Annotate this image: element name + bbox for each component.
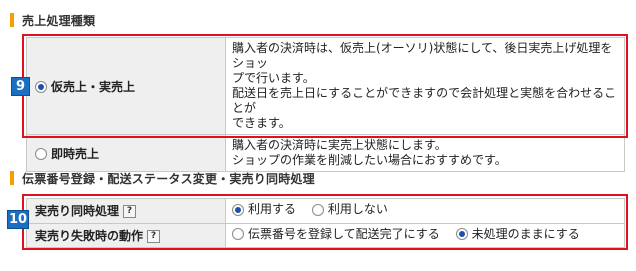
sales-type-label-cell[interactable]: 仮売上・実売上 — [26, 37, 226, 135]
help-icon[interactable]: ? — [123, 205, 137, 219]
desc-line: ショップの作業を削減したい場合におすすめです。 — [232, 153, 507, 167]
desc-line: プで行います。 — [232, 71, 315, 85]
choice-label: 利用しない — [327, 202, 388, 216]
sales-type-row-immediate: 即時売上 購入者の決済時に実売上状態にします。 ショップの作業を削減したい場合に… — [26, 134, 625, 172]
sales-type-label-cell[interactable]: 即時売上 — [26, 134, 226, 172]
choice-label: 利用する — [248, 202, 297, 216]
radio-not-use[interactable] — [311, 203, 324, 216]
sales-type-row-provisional: 仮売上・実売上 購入者の決済時は、仮売上(オーソリ)状態にして、後日実売上げ処理… — [26, 37, 625, 135]
choice-leave-unprocessed[interactable]: 未処理のままにする — [455, 226, 580, 242]
radio-immediate-sales[interactable] — [35, 148, 47, 160]
option-label-immediate: 即時売上 — [51, 146, 100, 161]
choice-register-complete[interactable]: 伝票番号を登録して配送完了にする — [232, 227, 440, 242]
simultaneous-processing-table: 実売り同時処理? 利用する 利用しない 実売り失敗時の動作? 伝票番号を登録して… — [26, 198, 625, 248]
desc-line: 購入者の決済時は、仮売上(オーソリ)状態にして、後日実売上げ処理をショッ — [232, 41, 613, 70]
setting-choices: 伝票番号を登録して配送完了にする 未処理のままにする — [225, 222, 625, 248]
section-title-text: 売上処理種類 — [22, 13, 96, 28]
choice-use[interactable]: 利用する — [232, 202, 296, 217]
section-accent-bar — [10, 171, 14, 185]
option-label-provisional: 仮売上・実売上 — [51, 79, 136, 94]
radio-provisional-sales[interactable] — [35, 81, 47, 93]
setting-label-failure: 実売り失敗時の動作 — [35, 228, 144, 243]
desc-line: できます。 — [232, 116, 291, 130]
step-badge-10: 10 — [7, 210, 29, 229]
step-badge-9: 9 — [11, 77, 30, 96]
section-accent-bar — [10, 13, 14, 27]
help-icon[interactable]: ? — [147, 229, 161, 243]
setting-label-cell: 実売り失敗時の動作? — [26, 222, 226, 248]
choice-not-use[interactable]: 利用しない — [311, 202, 388, 217]
sales-type-table: 仮売上・実売上 購入者の決済時は、仮売上(オーソリ)状態にして、後日実売上げ処理… — [26, 37, 625, 172]
desc-line: 配送日を売上日にすることができますので会計処理と実態を合わせることが — [232, 86, 617, 115]
row-failure-behavior: 実売り失敗時の動作? 伝票番号を登録して配送完了にする 未処理のままにする — [26, 222, 625, 248]
row-simultaneous-sales: 実売り同時処理? 利用する 利用しない — [26, 198, 625, 224]
section-title-tracking: 伝票番号登録・配送ステータス変更・実売り同時処理 — [10, 170, 315, 186]
radio-use[interactable] — [232, 203, 244, 216]
option-description: 購入者の決済時に実売上状態にします。 ショップの作業を削減したい場合におすすめで… — [225, 134, 625, 172]
setting-label-simultaneous: 実売り同時処理 — [35, 204, 120, 219]
radio-register-complete[interactable] — [232, 228, 244, 240]
section-title-sales-type: 売上処理種類 — [10, 12, 95, 28]
setting-choices: 利用する 利用しない — [225, 198, 625, 224]
setting-label-cell: 実売り同時処理? — [26, 198, 226, 224]
choice-label: 伝票番号を登録して配送完了にする — [248, 226, 440, 241]
section-title-text: 伝票番号登録・配送ステータス変更・実売り同時処理 — [22, 171, 315, 186]
option-description: 購入者の決済時は、仮売上(オーソリ)状態にして、後日実売上げ処理をショッ プで行… — [225, 37, 625, 135]
radio-leave-unprocessed[interactable] — [455, 228, 468, 240]
choice-label: 未処理のままにする — [471, 226, 580, 241]
desc-line: 購入者の決済時に実売上状態にします。 — [232, 138, 447, 152]
